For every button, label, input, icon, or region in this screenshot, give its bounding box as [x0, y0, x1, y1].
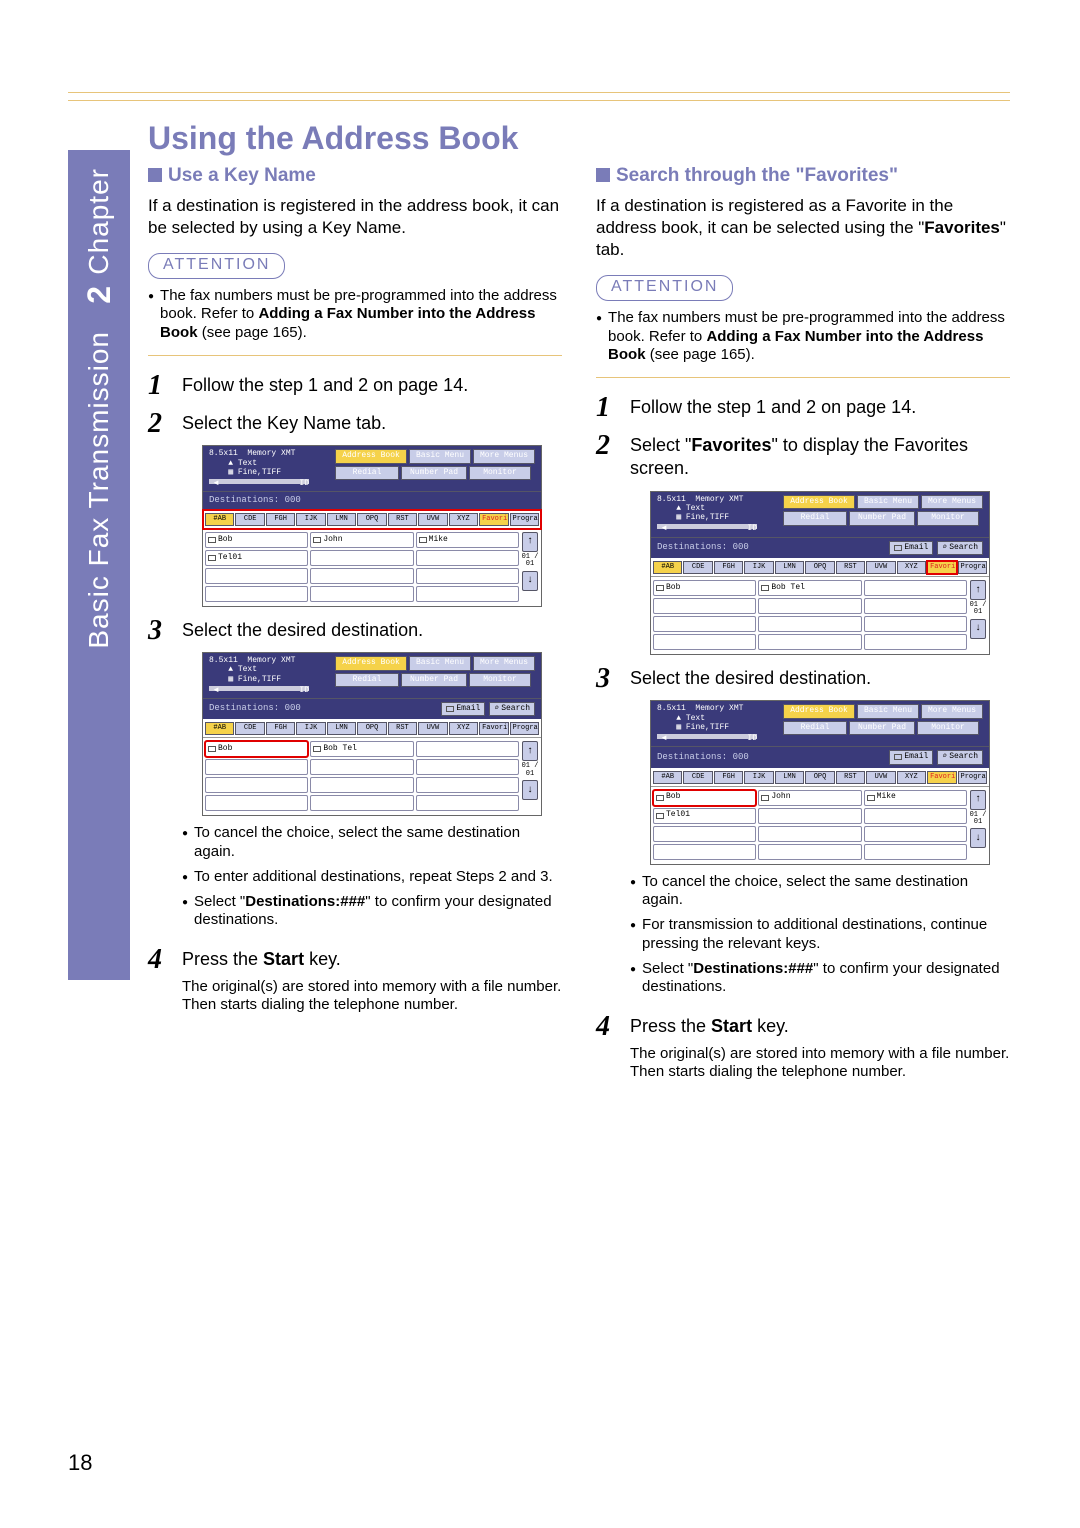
entry-mike[interactable]: Mike — [416, 532, 519, 548]
bullet-confirm-right: Select "Destinations:###" to confirm you… — [630, 960, 1010, 998]
fax-screen-favorites-selection: 8.5x11 Memory XMT ▲ Text ▦ Fine,TIFF ◄ID… — [650, 700, 990, 864]
step-4-right: 4 Press the Start key. The original(s) a… — [596, 1013, 1010, 1082]
scroll-down-button[interactable]: ↓ — [522, 571, 538, 591]
tab-rst[interactable]: RST — [388, 513, 417, 526]
email-icon — [313, 537, 321, 543]
search-icon: ⌕ — [942, 543, 947, 553]
attention-text-right: The fax numbers must be pre-programmed i… — [596, 309, 1010, 365]
chapter-label: Chapter — [83, 168, 115, 275]
page-indicator: 01 / 01 — [521, 554, 539, 569]
email-icon — [419, 537, 427, 543]
email-icon — [208, 746, 216, 752]
column-left: Use a Key Name If a destination is regis… — [148, 164, 562, 1082]
number-pad-button[interactable]: Number Pad — [401, 466, 467, 480]
fax-icon — [656, 813, 664, 819]
fax-icon — [761, 585, 769, 591]
entry-bob-highlighted[interactable]: Bob — [205, 741, 308, 757]
search-icon: ⌕ — [494, 704, 499, 714]
bullet-cancel-left: To cancel the choice, select the same de… — [182, 824, 562, 862]
email-icon — [894, 754, 902, 760]
step-2-left: 2 Select the Key Name tab. 8.5x11 Memory… — [148, 410, 562, 607]
more-menus-button[interactable]: More Menus — [473, 449, 535, 463]
fax-icon — [313, 746, 321, 752]
step-2-right: 2 Select "Favorites" to display the Favo… — [596, 432, 1010, 655]
bullet-cancel-right: To cancel the choice, select the same de… — [630, 873, 1010, 911]
entry-john[interactable]: John — [310, 532, 413, 548]
chapter-side-tab: Chapter 2 Basic Fax Transmission — [68, 150, 130, 980]
email-button[interactable]: Email — [441, 702, 485, 716]
tab-fgh[interactable]: FGH — [266, 513, 295, 526]
email-icon — [656, 585, 664, 591]
tab-lmn[interactable]: LMN — [327, 513, 356, 526]
page-title: Using the Address Book — [148, 120, 518, 157]
bullet-confirm-left: Select "Destinations:###" to confirm you… — [182, 893, 562, 931]
scroll-up-button[interactable]: ↑ — [522, 532, 538, 552]
basic-menu-button[interactable]: Basic Menu — [409, 449, 471, 463]
bullet-repeat-left: To enter additional destinations, repeat… — [182, 868, 562, 887]
tab-program-group[interactable]: Program/Group — [510, 513, 539, 526]
tab-uvw[interactable]: UVW — [418, 513, 447, 526]
address-book-button[interactable]: Address Book — [335, 449, 407, 463]
bullet-additional-right: For transmission to additional destinati… — [630, 916, 1010, 954]
key-name-tabs-highlighted: #AB CDE FGH IJK LMN OPQ RST UVW XYZ Favo… — [203, 510, 541, 529]
separator — [148, 355, 562, 356]
tab-xyz[interactable]: XYZ — [449, 513, 478, 526]
step-1-left: 1 Follow the step 1 and 2 on page 14. — [148, 372, 562, 400]
email-icon — [867, 795, 875, 801]
tab-ijk[interactable]: IJK — [296, 513, 325, 526]
intro-right: If a destination is registered as a Favo… — [596, 195, 1010, 261]
subheading-key-name: Use a Key Name — [148, 164, 562, 189]
attention-badge-right: ATTENTION — [596, 275, 733, 301]
chapter-section-title: Basic Fax Transmission — [83, 331, 115, 649]
column-right: Search through the "Favorites" If a dest… — [596, 164, 1010, 1082]
intro-left: If a destination is registered in the ad… — [148, 195, 562, 239]
page-number: 18 — [68, 1450, 92, 1476]
step-1-right: 1 Follow the step 1 and 2 on page 14. — [596, 394, 1010, 422]
tab-cde[interactable]: CDE — [235, 513, 264, 526]
email-icon — [208, 537, 216, 543]
redial-button[interactable]: Redial — [335, 466, 399, 480]
attention-text-left: The fax numbers must be pre-programmed i… — [148, 287, 562, 343]
fax-screen-keyname-tabs: 8.5x11 Memory XMT ▲ Text ▦ Fine,TIFF ◄ID… — [202, 445, 542, 607]
monitor-button[interactable]: Monitor — [469, 466, 531, 480]
step-3-right: 3 Select the desired destination. 8.5x11… — [596, 665, 1010, 1003]
destinations-label[interactable]: Destinations: 000 — [209, 495, 301, 507]
tab-opq[interactable]: OPQ — [357, 513, 386, 526]
fax-screen-favorites-tab: 8.5x11 Memory XMT ▲ Text ▦ Fine,TIFF ◄ID… — [650, 491, 990, 655]
tab-ab[interactable]: #AB — [205, 513, 234, 526]
chapter-number: 2 — [81, 285, 118, 304]
tab-favorites-highlighted[interactable]: Favorites — [927, 561, 956, 574]
search-icon: ⌕ — [942, 752, 947, 762]
search-button[interactable]: ⌕Search — [489, 702, 535, 716]
email-icon — [446, 706, 454, 712]
entry-tel01[interactable]: Tel01 — [205, 550, 308, 566]
step-4-left: 4 Press the Start key. The original(s) a… — [148, 946, 562, 1015]
entry-bob-tel[interactable]: Bob Tel — [310, 741, 413, 757]
entry-bob[interactable]: Bob — [205, 532, 308, 548]
email-icon — [894, 545, 902, 551]
entry-bob-highlighted[interactable]: Bob — [653, 790, 756, 806]
fax-icon — [208, 555, 216, 561]
step-3-left: 3 Select the desired destination. 8.5x11… — [148, 617, 562, 936]
email-icon — [656, 795, 664, 801]
tab-favorites[interactable]: Favorites — [479, 513, 508, 526]
email-icon — [761, 795, 769, 801]
attention-badge: ATTENTION — [148, 253, 285, 279]
subheading-favorites: Search through the "Favorites" — [596, 164, 1010, 189]
fax-screen-keyname-selection: 8.5x11 Memory XMT ▲ Text ▦ Fine,TIFF ◄ID… — [202, 652, 542, 816]
